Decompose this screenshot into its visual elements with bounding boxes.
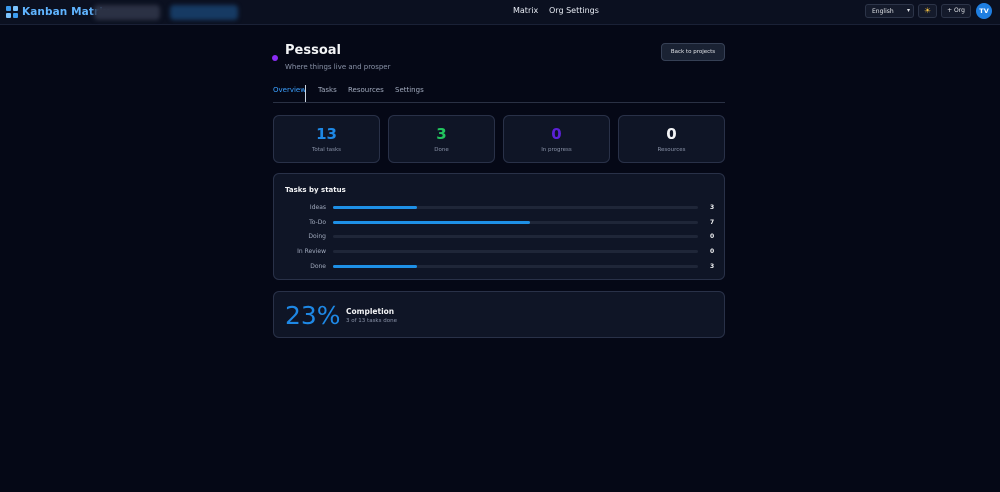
project-title: Pessoal (285, 43, 341, 58)
status-bar-fill (333, 264, 418, 268)
stat-card-total-tasks: 13 Total tasks (273, 115, 380, 163)
completion-percent: 23% (285, 301, 341, 330)
status-label: Ideas (309, 204, 326, 211)
status-bar-fill (333, 220, 530, 224)
status-count: 3 (710, 204, 715, 211)
status-bar-track (333, 235, 698, 239)
status-row-in-review: In Review 0 (274, 248, 724, 256)
blurred-selector-highlight[interactable] (170, 5, 238, 20)
status-count: 7 (710, 218, 715, 226)
project-tagline: Where things live and prosper (285, 63, 391, 71)
project-tabs: Overview Tasks Resources Settings (273, 85, 725, 103)
tasks-by-status-panel: Tasks by status Ideas 3 To-Do 7 Doing 0 In Rev… (273, 173, 725, 280)
completion-subtitle: 3 of 13 tasks done (346, 318, 397, 324)
status-label: To-Do (309, 218, 326, 226)
project-color-dot (272, 55, 278, 61)
language-select[interactable]: English ▾ (865, 4, 914, 18)
sun-icon: ☀ (923, 6, 932, 15)
user-avatar[interactable]: TV (976, 3, 992, 19)
stat-value: 0 (551, 125, 562, 143)
status-bar-fill (333, 206, 418, 209)
back-to-projects-button[interactable]: Back to projects (661, 43, 725, 61)
status-label: Doing (308, 233, 326, 241)
status-count: 0 (710, 233, 715, 241)
stat-label: Done (434, 147, 449, 153)
status-count: 0 (710, 248, 715, 256)
status-count: 3 (710, 262, 715, 270)
stat-card-in-progress: 0 In progress (503, 115, 610, 163)
tab-resources[interactable]: Resources (348, 86, 384, 94)
panel-title: Tasks by status (285, 186, 346, 194)
kanban-logo-icon (6, 6, 18, 18)
stat-card-resources: 0 Resources (618, 115, 725, 163)
nav-matrix-link[interactable]: Matrix (513, 6, 538, 15)
chevron-down-icon: ▾ (906, 7, 910, 14)
status-label: In Review (297, 248, 326, 256)
stat-value: 13 (316, 125, 337, 143)
stat-card-done: 3 Done (388, 115, 495, 163)
stat-value: 3 (436, 125, 447, 143)
blurred-selector[interactable] (94, 5, 160, 20)
status-row-done: Done 3 (274, 263, 724, 271)
tab-overview[interactable]: Overview (273, 86, 306, 94)
nav-org-settings-link[interactable]: Org Settings (549, 6, 599, 15)
status-row-doing: Doing 0 (274, 233, 724, 241)
status-bar-track (333, 250, 698, 254)
text-cursor (305, 85, 306, 102)
status-row-to-do: To-Do 7 (274, 219, 724, 227)
completion-card: 23% Completion 3 of 13 tasks done (273, 291, 725, 338)
top-bar: Kanban Matrix Matrix Org Settings Englis… (0, 0, 1000, 25)
stat-label: Total tasks (311, 147, 342, 153)
language-select-value: English (872, 8, 894, 15)
status-row-ideas: Ideas 3 (274, 204, 724, 212)
stat-value: 0 (666, 125, 677, 143)
status-label: Done (310, 262, 326, 270)
tab-tasks[interactable]: Tasks (318, 86, 337, 94)
tab-settings[interactable]: Settings (395, 86, 424, 94)
stat-label: In progress (541, 147, 572, 153)
add-org-button[interactable]: + Org (941, 4, 971, 18)
status-bar-track (333, 264, 698, 268)
theme-toggle-button[interactable]: ☀ (918, 4, 937, 18)
completion-title: Completion (346, 307, 395, 316)
status-bar-track (333, 206, 698, 209)
stat-label: Resources (657, 147, 686, 153)
status-bar-track (333, 220, 698, 224)
